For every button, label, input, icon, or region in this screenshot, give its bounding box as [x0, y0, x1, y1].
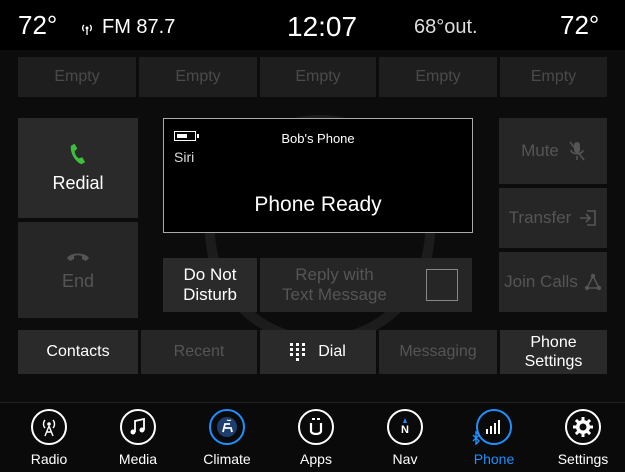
music-note-icon [120, 409, 156, 445]
radio-station[interactable]: FM 87.7 [80, 16, 175, 39]
favorite-slot-1[interactable]: Empty [18, 57, 136, 97]
nav-phone[interactable]: Phone [459, 403, 529, 472]
nav-settings-label: Settings [557, 451, 609, 467]
phone-signal-icon [476, 409, 512, 445]
do-not-disturb-button[interactable]: Do Not Disturb [163, 258, 257, 312]
dial-label: Dial [318, 343, 346, 360]
tab-dial[interactable]: Dial [260, 330, 376, 374]
favorite-slot-4[interactable]: Empty [379, 57, 497, 97]
end-call-button[interactable]: End [18, 222, 138, 318]
nav-radio-label: Radio [30, 451, 68, 467]
phone-settings-label-line1: Phone [530, 334, 577, 351]
status-bar: 72° FM 87.7 12:07 68°out. 72° [0, 0, 625, 50]
nav-apps[interactable]: Apps [281, 403, 351, 472]
connected-phone-name: Bob's Phone [281, 131, 355, 146]
phone-settings-label-line2: Settings [524, 353, 583, 370]
keypad-icon [290, 343, 306, 361]
transfer-button[interactable]: Transfer [499, 188, 607, 248]
reply-checkbox[interactable] [426, 269, 458, 301]
compass-icon: N [387, 409, 423, 445]
nav-media-label: Media [118, 451, 158, 467]
do-not-disturb-label-line1: Do Not [183, 265, 237, 284]
nav-settings[interactable]: Settings [548, 403, 618, 472]
gear-icon [565, 409, 601, 445]
clock: 12:07 [287, 11, 358, 42]
nav-climate-label: Climate [203, 451, 251, 467]
merge-calls-icon [584, 273, 602, 291]
passenger-temperature[interactable]: 72° [560, 10, 599, 41]
nav-apps-label: Apps [300, 451, 332, 467]
redial-button[interactable]: Redial [18, 118, 138, 218]
tab-messaging[interactable]: Messaging [379, 330, 497, 374]
outside-temperature: 68°out. [414, 16, 478, 38]
reply-with-text-button[interactable]: Reply with Text Message [260, 258, 472, 312]
redial-label: Redial [52, 172, 104, 193]
siri-label[interactable]: Siri [174, 149, 194, 165]
radio-station-label: FM 87.7 [102, 16, 176, 38]
transfer-icon [580, 210, 597, 226]
microphone-muted-icon [569, 141, 585, 161]
bottom-navigation-bar: Radio Media Climate Apps N Nav Phone Set… [0, 402, 625, 472]
join-calls-button[interactable]: Join Calls [499, 252, 607, 312]
uconnect-apps-icon [298, 409, 334, 445]
end-call-icon [67, 253, 89, 261]
tab-recent[interactable]: Recent [141, 330, 257, 374]
favorite-slot-5[interactable]: Empty [500, 57, 607, 97]
nav-radio[interactable]: Radio [14, 403, 84, 472]
nav-phone-label: Phone [473, 451, 515, 467]
nav-navigation[interactable]: N Nav [370, 403, 440, 472]
reply-label-line2: Text Message [282, 285, 387, 304]
favorite-slot-2[interactable]: Empty [139, 57, 257, 97]
bluetooth-icon [472, 431, 480, 445]
radio-signal-icon [82, 24, 92, 35]
phone-status-display: Siri Bob's Phone Phone Ready [163, 118, 473, 233]
do-not-disturb-label-line2: Disturb [183, 285, 237, 304]
tab-contacts[interactable]: Contacts [18, 330, 138, 374]
phone-status-text: Phone Ready [254, 193, 382, 216]
svg-text:N: N [401, 424, 409, 436]
transfer-label: Transfer [508, 208, 572, 227]
tab-phone-settings[interactable]: Phone Settings [500, 330, 607, 374]
nav-climate[interactable]: Climate [192, 403, 262, 472]
radio-tower-icon [31, 409, 67, 445]
phone-call-icon [70, 143, 86, 164]
driver-temperature[interactable]: 72° [18, 10, 57, 41]
climate-seat-icon [209, 409, 245, 445]
reply-label-line1: Reply with [295, 265, 374, 284]
join-calls-label: Join Calls [504, 272, 578, 291]
mute-label: Mute [521, 141, 559, 160]
end-call-label: End [61, 270, 95, 291]
favorite-slot-3[interactable]: Empty [260, 57, 376, 97]
nav-nav-label: Nav [392, 451, 418, 467]
nav-media[interactable]: Media [103, 403, 173, 472]
mute-button[interactable]: Mute [499, 118, 607, 184]
